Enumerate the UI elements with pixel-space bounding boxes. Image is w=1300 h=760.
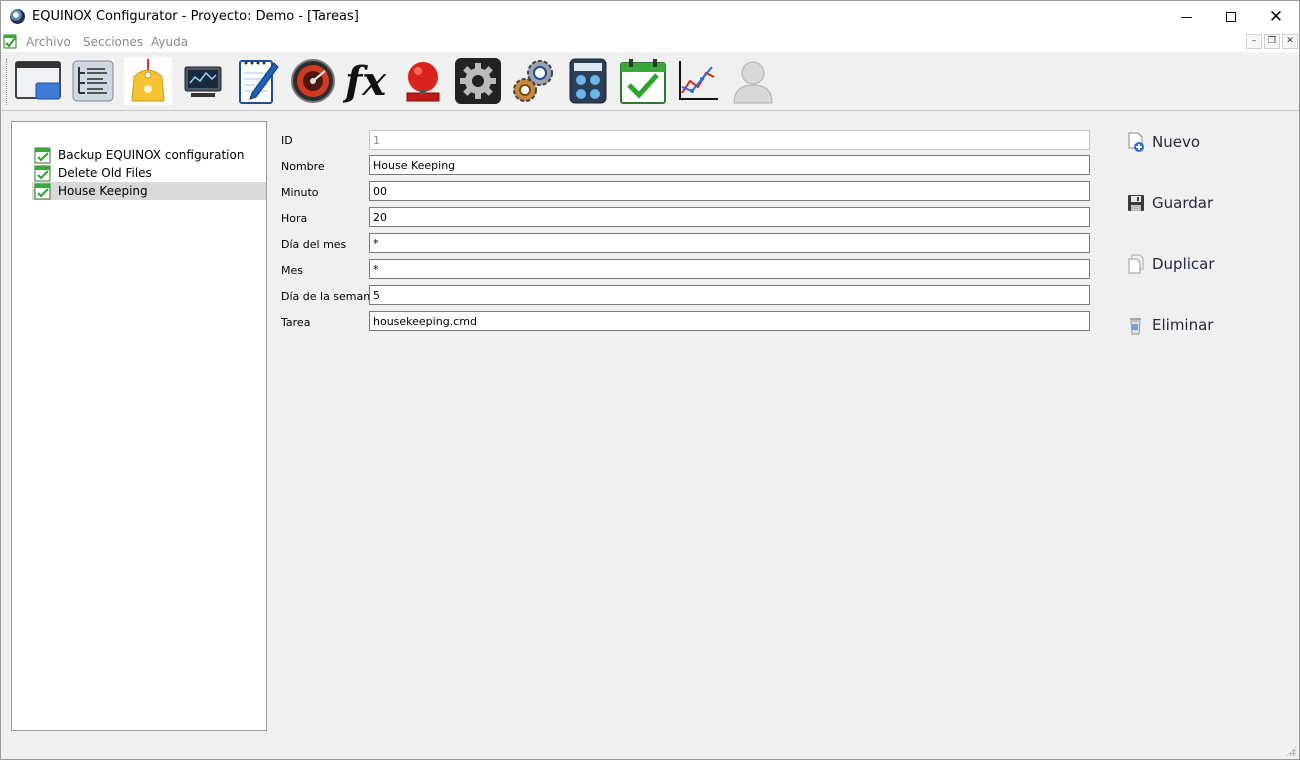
line-chart-icon[interactable] <box>673 56 723 106</box>
calculator-icon[interactable] <box>563 56 613 106</box>
dia-de-la-semana-field[interactable] <box>369 285 1090 305</box>
label-dia-de-la-semana: Día de la semana <box>281 290 377 303</box>
new-document-icon <box>1128 132 1144 152</box>
mes-field[interactable] <box>369 259 1090 279</box>
tag-icon[interactable] <box>123 56 173 106</box>
label-dia-del-mes: Día del mes <box>281 238 347 251</box>
label-nombre: Nombre <box>281 160 325 173</box>
window-icon[interactable] <box>13 56 63 106</box>
tree-item-label: Backup EQUINOX configuration <box>58 148 245 162</box>
nuevo-button[interactable]: Nuevo <box>1127 130 1200 154</box>
nuevo-label: Nuevo <box>1152 133 1201 151</box>
document-check-icon <box>3 34 17 49</box>
guardar-label: Guardar <box>1152 194 1214 212</box>
toolbar-grip <box>6 59 8 105</box>
label-mes: Mes <box>281 264 303 277</box>
trash-icon <box>1130 318 1141 335</box>
toolbar: fx <box>1 53 1299 111</box>
minimize-icon <box>1180 16 1192 18</box>
child-close-button[interactable]: ✕ <box>1282 34 1298 49</box>
task-check-icon <box>34 147 51 163</box>
window-title: EQUINOX Configurator - Proyecto: Demo - … <box>32 9 359 24</box>
close-button[interactable]: ✕ <box>1253 1 1299 33</box>
hora-field[interactable] <box>369 207 1090 227</box>
tree-item-label: House Keeping <box>58 184 148 198</box>
guardar-button[interactable]: Guardar <box>1127 191 1213 215</box>
notepad-pen-icon[interactable] <box>233 56 283 106</box>
tarea-field[interactable] <box>369 311 1090 331</box>
task-tree: Backup EQUINOX configuration Delete Old … <box>11 121 267 731</box>
gears-icon[interactable] <box>508 56 558 106</box>
eliminar-button[interactable]: Eliminar <box>1127 313 1213 337</box>
dia-del-mes-field[interactable] <box>369 233 1090 253</box>
tree-item-delete-old-files[interactable]: Delete Old Files <box>32 164 266 182</box>
label-id: ID <box>281 134 293 147</box>
minimize-button[interactable] <box>1163 1 1209 33</box>
fx-function-icon[interactable]: fx <box>343 56 393 106</box>
monitor-icon[interactable] <box>178 56 228 106</box>
save-icon <box>1128 195 1144 211</box>
close-icon: ✕ <box>1268 6 1284 27</box>
tree-list-icon[interactable] <box>68 56 118 106</box>
gear-icon[interactable] <box>453 56 503 106</box>
tree-item-backup[interactable]: Backup EQUINOX configuration <box>32 146 266 164</box>
calendar-check-icon[interactable] <box>618 56 668 106</box>
duplicar-button[interactable]: Duplicar <box>1127 252 1215 276</box>
app-logo-icon <box>10 9 25 24</box>
minuto-field[interactable] <box>369 181 1090 201</box>
tree-item-house-keeping[interactable]: House Keeping <box>32 182 266 200</box>
label-hora: Hora <box>281 212 308 225</box>
nombre-field[interactable] <box>369 155 1090 175</box>
user-icon[interactable] <box>728 56 778 106</box>
menu-bar: Archivo Secciones Ayuda – ❐ ✕ <box>1 33 1299 52</box>
title-bar: EQUINOX Configurator - Proyecto: Demo - … <box>1 1 1299 33</box>
app-window: EQUINOX Configurator - Proyecto: Demo - … <box>0 0 1300 760</box>
menu-archivo[interactable]: Archivo <box>26 35 71 49</box>
svg-text:fx: fx <box>343 58 387 105</box>
maximize-icon <box>1226 12 1236 22</box>
id-field[interactable] <box>369 130 1090 150</box>
duplicate-icon <box>1128 254 1144 274</box>
tree-item-label: Delete Old Files <box>58 166 152 180</box>
task-check-icon <box>34 183 51 199</box>
maximize-button[interactable] <box>1208 1 1254 33</box>
menu-ayuda[interactable]: Ayuda <box>151 35 188 49</box>
child-restore-button[interactable]: ❐ <box>1264 34 1280 49</box>
duplicar-label: Duplicar <box>1152 255 1215 273</box>
gauge-icon[interactable] <box>288 56 338 106</box>
alarm-bell-icon[interactable] <box>398 56 448 106</box>
resize-grip[interactable] <box>1286 746 1296 756</box>
task-check-icon <box>34 165 51 181</box>
label-tarea: Tarea <box>281 316 311 329</box>
eliminar-label: Eliminar <box>1152 316 1214 334</box>
menu-secciones[interactable]: Secciones <box>83 35 143 49</box>
label-minuto: Minuto <box>281 186 319 199</box>
child-minimize-button[interactable]: – <box>1246 34 1262 49</box>
